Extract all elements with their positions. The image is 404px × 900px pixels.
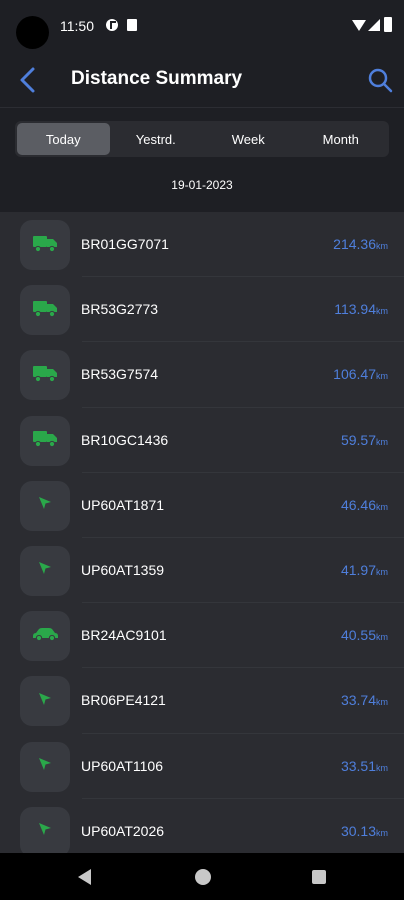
vehicle-row[interactable]: BR53G2773 113.94km bbox=[0, 277, 404, 343]
vehicle-icon-box bbox=[20, 741, 70, 792]
vehicle-row[interactable]: BR10GC1436 59.57km bbox=[0, 408, 404, 473]
tab-yesterday[interactable]: Yestrd. bbox=[110, 123, 203, 155]
period-tabs: Today Yestrd. Week Month bbox=[15, 121, 389, 157]
distance-unit: km bbox=[376, 697, 388, 708]
distance-value: 30.13 bbox=[340, 822, 376, 839]
sd-card-icon bbox=[127, 19, 137, 31]
vehicle-distance: 113.94km bbox=[334, 301, 388, 317]
vehicle-list: BR01GG7071 214.36km BR53G2773 113.94km BR53G… bbox=[0, 212, 404, 853]
vehicle-plate: BR10GC1436 bbox=[81, 431, 169, 448]
vehicle-distance: 33.51km bbox=[341, 758, 388, 774]
vehicle-icon-box bbox=[20, 415, 70, 466]
vehicle-icon-box bbox=[20, 350, 70, 401]
vehicle-plate: BR01GG7071 bbox=[81, 236, 169, 252]
vehicle-icon-box bbox=[20, 285, 70, 336]
tab-today[interactable]: Today bbox=[17, 123, 110, 155]
vehicle-distance: 33.74km bbox=[341, 692, 388, 708]
navigation-arrow-icon bbox=[37, 756, 53, 777]
tab-month[interactable]: Month bbox=[295, 123, 388, 155]
vehicle-row[interactable]: BR24AC9101 40.55km bbox=[0, 603, 404, 669]
distance-unit: km bbox=[376, 371, 388, 382]
vehicle-plate: BR53G2773 bbox=[81, 301, 159, 318]
distance-unit: km bbox=[376, 241, 388, 251]
vehicle-distance: 40.55km bbox=[341, 627, 388, 643]
vehicle-row[interactable]: UP60AT1106 33.51km bbox=[0, 734, 404, 799]
distance-unit: km bbox=[376, 501, 388, 512]
vehicle-plate: BR06PE4121 bbox=[81, 692, 166, 709]
vehicle-row[interactable]: BR01GG7071 214.36km bbox=[0, 212, 404, 278]
vehicle-row[interactable]: BR06PE4121 33.74km bbox=[0, 668, 404, 734]
truck-icon bbox=[32, 298, 58, 323]
vehicle-icon-box bbox=[20, 676, 70, 727]
truck-icon bbox=[32, 363, 58, 388]
battery-icon bbox=[384, 17, 392, 32]
distance-unit: km bbox=[376, 436, 388, 447]
nav-back-icon[interactable] bbox=[78, 869, 91, 885]
car-icon bbox=[31, 626, 59, 647]
distance-unit: km bbox=[376, 566, 388, 577]
distance-value: 214.36 bbox=[333, 236, 376, 252]
signal-icon bbox=[368, 19, 380, 31]
vehicle-distance: 214.36km bbox=[333, 236, 388, 252]
distance-value: 46.46 bbox=[340, 496, 376, 513]
truck-icon bbox=[32, 428, 58, 453]
vehicle-plate: BR53G7574 bbox=[81, 366, 159, 383]
vehicle-distance: 41.97km bbox=[341, 562, 388, 578]
distance-value: 106.47 bbox=[333, 366, 376, 383]
vehicle-icon-box bbox=[20, 611, 70, 662]
vehicle-distance: 59.57km bbox=[341, 432, 388, 448]
distance-unit: km bbox=[376, 632, 388, 643]
vehicle-icon-box bbox=[20, 806, 70, 853]
selected-date: 19-01-2023 bbox=[171, 178, 233, 192]
wifi-icon bbox=[352, 20, 366, 31]
vehicle-icon-box bbox=[20, 220, 70, 270]
vehicle-plate: UP60AT1359 bbox=[81, 561, 165, 578]
app-bar: Distance Summary bbox=[0, 52, 404, 108]
search-button[interactable] bbox=[366, 66, 394, 94]
vehicle-plate: UP60AT1871 bbox=[81, 496, 165, 513]
distance-value: 33.51 bbox=[340, 757, 376, 774]
nav-home-icon[interactable] bbox=[195, 869, 211, 885]
vehicle-row[interactable]: BR53G7574 106.47km bbox=[0, 342, 404, 408]
vehicle-plate: UP60AT1106 bbox=[81, 757, 163, 774]
tab-week[interactable]: Week bbox=[202, 123, 295, 155]
camera-cutout bbox=[16, 16, 49, 49]
status-bar: 11:50 bbox=[0, 0, 404, 52]
distance-value: 40.55 bbox=[340, 627, 376, 644]
navigation-arrow-icon bbox=[37, 495, 53, 516]
nav-recents-icon[interactable] bbox=[312, 870, 326, 884]
notification-icon bbox=[106, 19, 118, 31]
vehicle-distance: 46.46km bbox=[341, 497, 388, 513]
vehicle-icon-box bbox=[20, 480, 70, 531]
vehicle-row[interactable]: UP60AT1359 41.97km bbox=[0, 538, 404, 604]
back-button[interactable] bbox=[16, 64, 44, 96]
distance-unit: km bbox=[376, 306, 388, 317]
vehicle-plate: BR24AC9101 bbox=[81, 627, 167, 644]
vehicle-plate: UP60AT2026 bbox=[81, 822, 165, 839]
vehicle-row[interactable]: UP60AT2026 30.13km bbox=[0, 799, 404, 853]
vehicle-icon-box bbox=[20, 545, 70, 596]
distance-unit: km bbox=[376, 762, 388, 773]
search-icon bbox=[368, 68, 393, 93]
vehicle-row[interactable]: UP60AT1871 46.46km bbox=[0, 473, 404, 538]
truck-icon bbox=[32, 233, 58, 258]
navigation-arrow-icon bbox=[37, 691, 53, 712]
status-time: 11:50 bbox=[60, 18, 94, 34]
navigation-arrow-icon bbox=[37, 821, 53, 842]
navigation-arrow-icon bbox=[37, 560, 53, 581]
page-title: Distance Summary bbox=[71, 68, 243, 89]
distance-value: 59.57 bbox=[340, 431, 376, 448]
distance-value: 113.94 bbox=[334, 301, 376, 318]
chevron-left-icon bbox=[20, 67, 35, 93]
system-nav-bar bbox=[0, 853, 404, 900]
vehicle-distance: 30.13km bbox=[341, 823, 388, 839]
distance-unit: km bbox=[376, 827, 388, 838]
vehicle-distance: 106.47km bbox=[333, 366, 388, 382]
distance-value: 33.74 bbox=[340, 692, 376, 709]
distance-value: 41.97 bbox=[340, 561, 376, 578]
